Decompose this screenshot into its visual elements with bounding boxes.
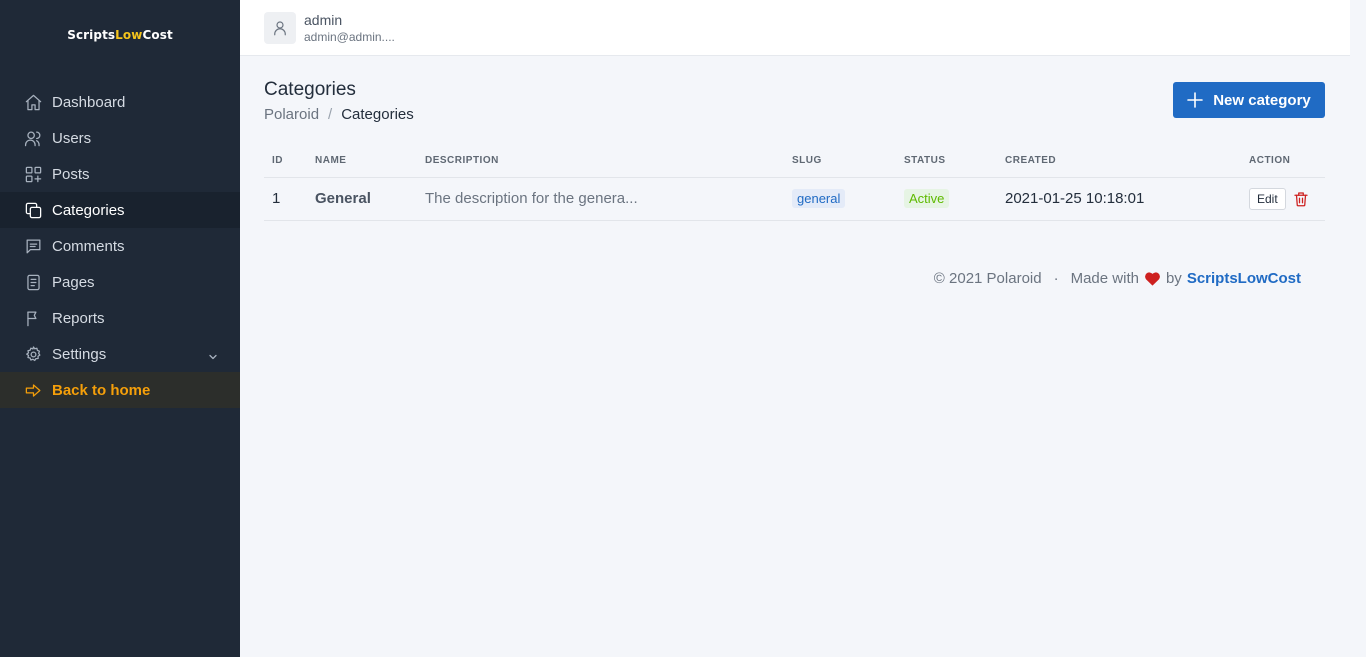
sidebar-item-comments[interactable]: Comments (0, 228, 240, 264)
breadcrumb-separator: / (328, 106, 333, 123)
column-header-status: STATUS (896, 145, 997, 178)
brand-part-1: Scripts (67, 28, 116, 42)
column-header-slug: SLUG (784, 145, 896, 178)
arrow-right-icon (24, 381, 43, 400)
brand-part-3: Cost (142, 28, 173, 42)
sidebar-item-label: Users (52, 129, 92, 147)
flag-icon (24, 309, 43, 328)
cell-name: General (307, 177, 417, 221)
cell-id: 1 (264, 177, 307, 221)
breadcrumb-item-polaroid[interactable]: Polaroid (264, 106, 319, 123)
column-header-name: NAME (307, 145, 417, 178)
footer: © 2021 Polaroid · Made with by ScriptsLo… (934, 270, 1301, 287)
footer-separator: · (1053, 270, 1059, 287)
user-icon (271, 19, 289, 37)
sidebar-item-back-to-home[interactable]: Back to home (0, 372, 240, 408)
sidebar-item-settings[interactable]: Settings (0, 336, 240, 372)
sidebar: Scripts Low Cost Dashboard Users Posts Cat… (0, 0, 240, 657)
sidebar-item-label: Dashboard (52, 93, 126, 111)
cell-created: 2021-01-25 10:18:01 (997, 177, 1241, 221)
table-row: 1 General The description for the genera… (264, 177, 1325, 221)
cell-status: Active (896, 177, 997, 221)
sidebar-item-label: Categories (52, 201, 125, 219)
footer-author-link[interactable]: ScriptsLowCost (1187, 270, 1301, 287)
message-icon (24, 237, 43, 256)
heart-icon (1144, 271, 1161, 286)
footer-by: by (1165, 270, 1182, 287)
brand-part-2: Low (115, 28, 143, 42)
gear-icon (24, 345, 43, 364)
column-header-action: ACTION (1241, 145, 1325, 178)
edit-button[interactable]: Edit (1249, 187, 1286, 210)
cell-description: The description for the genera... (417, 177, 784, 221)
status-badge: Active (904, 189, 950, 208)
sidebar-nav: Dashboard Users Posts Categories Comment… (0, 84, 240, 408)
scrollbar[interactable] (1350, 0, 1366, 657)
sidebar-item-label: Back to home (52, 381, 151, 399)
column-header-id: ID (264, 145, 307, 178)
breadcrumb-item-categories: Categories (341, 106, 414, 123)
users-icon (24, 129, 43, 148)
footer-made-with: Made with (1070, 270, 1139, 287)
sidebar-item-pages[interactable]: Pages (0, 264, 240, 300)
sidebar-item-posts[interactable]: Posts (0, 156, 240, 192)
column-header-description: DESCRIPTION (417, 145, 784, 178)
sidebar-item-label: Comments (52, 237, 125, 255)
sidebar-item-label: Pages (52, 273, 95, 291)
column-header-created: CREATED (997, 145, 1241, 178)
brand-logo[interactable]: Scripts Low Cost (0, 0, 240, 70)
cell-slug: general (784, 177, 896, 221)
user-name[interactable]: admin (304, 12, 342, 28)
sidebar-item-users[interactable]: Users (0, 120, 240, 156)
new-category-label: New category (1213, 91, 1311, 109)
chevron-down-icon (208, 349, 218, 360)
sidebar-item-reports[interactable]: Reports (0, 300, 240, 336)
footer-copyright: © 2021 Polaroid (933, 270, 1042, 287)
file-icon (24, 273, 43, 292)
sidebar-item-label: Posts (52, 165, 90, 183)
table-header-row: ID NAME DESCRIPTION SLUG STATUS CREATED … (264, 145, 1325, 178)
sidebar-item-dashboard[interactable]: Dashboard (0, 84, 240, 120)
sidebar-item-label: Reports (52, 309, 105, 327)
cell-action: Edit (1241, 177, 1325, 221)
breadcrumb: Polaroid / Categories (264, 106, 414, 123)
page-title: Categories (264, 79, 356, 100)
copy-icon (24, 201, 43, 220)
categories-table: ID NAME DESCRIPTION SLUG STATUS CREATED … (264, 145, 1325, 221)
home-icon (24, 93, 43, 112)
topbar: admin admin@admin.... (240, 0, 1350, 56)
grid-plus-icon (24, 165, 43, 184)
slug-badge: general (792, 189, 846, 208)
trash-icon[interactable] (1292, 190, 1310, 208)
avatar[interactable] (264, 12, 296, 44)
user-email: admin@admin.... (304, 30, 395, 44)
sidebar-item-categories[interactable]: Categories (0, 192, 240, 228)
plus-icon (1187, 92, 1213, 108)
new-category-button[interactable]: New category (1173, 82, 1325, 118)
sidebar-item-label: Settings (52, 345, 107, 363)
